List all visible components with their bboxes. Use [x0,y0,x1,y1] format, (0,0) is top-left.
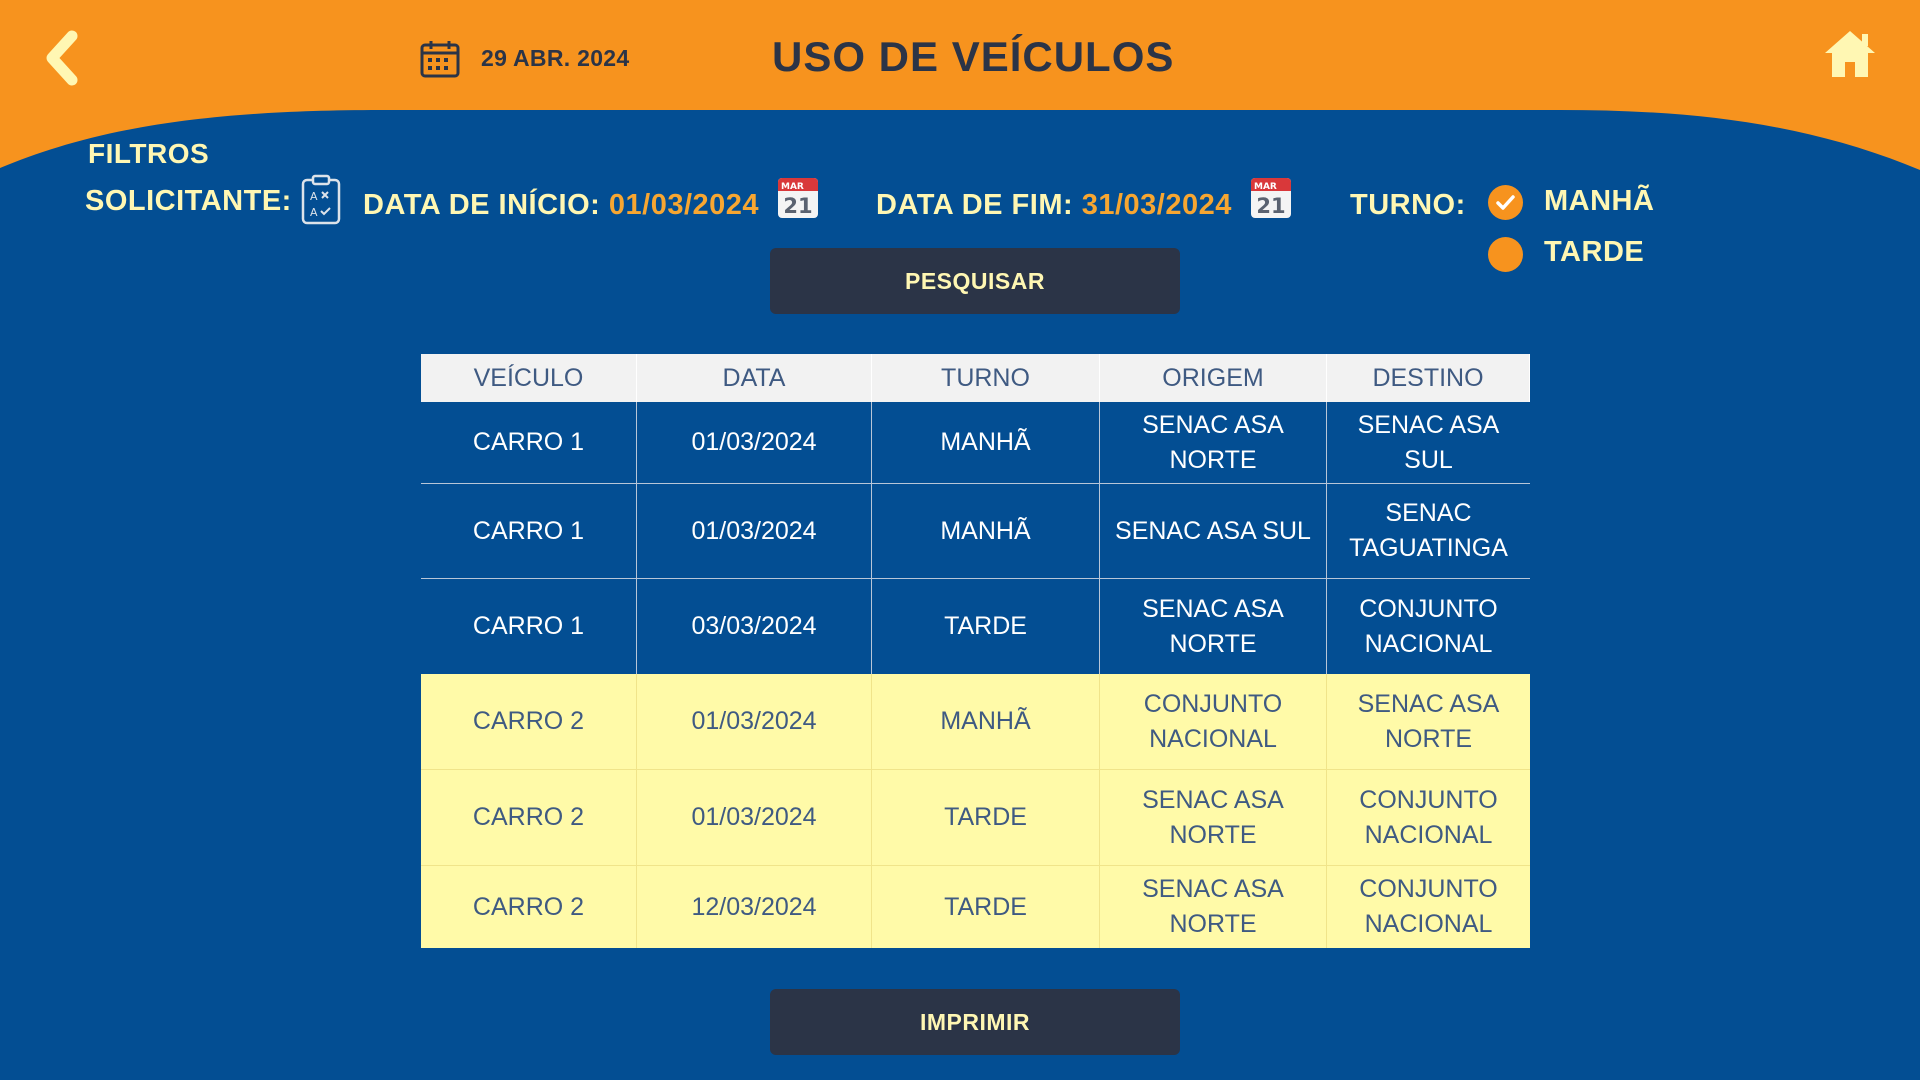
cell-date: 01/03/2024 [637,402,872,483]
cell-origin: SENAC ASA SUL [1100,484,1327,578]
end-date-value[interactable]: 31/03/2024 [1082,189,1232,221]
table-header-row: VEÍCULO DATA TURNO ORIGEM DESTINO [421,354,1530,402]
chevron-left-icon [46,30,78,86]
cell-vehicle: CARRO 2 [421,770,637,865]
end-date-filter: DATA DE FIM: 31/03/2024 [876,189,1232,222]
solicitante-label: SOLICITANTE: [85,185,292,217]
column-header-date: DATA [637,354,872,402]
cell-shift: MANHÃ [872,674,1100,769]
svg-text:A: A [310,190,318,203]
back-button[interactable] [42,28,86,88]
svg-text:21: 21 [783,194,812,218]
cell-origin: SENAC ASA NORTE [1100,579,1327,674]
start-date-filter: DATA DE INÍCIO: 01/03/2024 [363,189,759,222]
cell-shift: TARDE [872,579,1100,674]
cell-destination: SENAC ASA SUL [1357,410,1500,474]
cell-date: 03/03/2024 [637,579,872,674]
end-date-label: DATA DE FIM: [876,189,1074,221]
search-button[interactable]: PESQUISAR [770,248,1180,314]
header-background [0,0,1920,170]
svg-text:MAR: MAR [781,182,804,192]
start-date-label: DATA DE INÍCIO: [363,189,601,221]
cell-destination: SENAC TAGUATINGA [1349,499,1508,562]
clipboard-icon[interactable]: A A [300,174,342,226]
column-header-destination: DESTINO [1327,354,1530,402]
cell-shift: TARDE [872,866,1100,948]
start-date-calendar-icon[interactable]: MAR 21 [777,177,819,219]
page: 29 ABR. 2024 USO DE VEÍCULOS FILTROS SOL… [0,0,1920,1080]
cell-vehicle: CARRO 2 [421,866,637,948]
start-date-value[interactable]: 01/03/2024 [609,189,759,221]
table-row[interactable]: CARRO 2 12/03/2024 TARDE SENAC ASA NORTE… [421,866,1530,948]
cell-origin: SENAC ASA NORTE [1100,866,1327,948]
cell-date: 01/03/2024 [637,770,872,865]
header-date: 29 ABR. 2024 [481,45,630,71]
print-button[interactable]: IMPRIMIR [770,989,1180,1055]
end-date-calendar-icon[interactable]: MAR 21 [1250,177,1292,219]
column-header-vehicle: VEÍCULO [421,354,637,402]
cell-vehicle: CARRO 1 [421,402,637,483]
check-icon [1496,195,1515,210]
home-button[interactable] [1822,28,1878,80]
cell-destination: CONJUNTO NACIONAL [1359,875,1498,938]
cell-vehicle: CARRO 1 [421,579,637,674]
turno-tarde-radio[interactable] [1488,237,1523,272]
table-row[interactable]: CARRO 2 01/03/2024 TARDE SENAC ASA NORTE… [421,770,1530,866]
table-row[interactable]: CARRO 1 01/03/2024 MANHÃ SENAC ASA SUL S… [421,484,1530,579]
cell-destination: CONJUNTO NACIONAL [1359,594,1498,658]
svg-text:21: 21 [1256,194,1285,218]
cell-shift: MANHÃ [872,484,1100,578]
svg-text:MAR: MAR [1254,182,1277,192]
table-row[interactable]: CARRO 2 01/03/2024 MANHÃ CONJUNTO NACION… [421,674,1530,770]
table-row[interactable]: CARRO 1 03/03/2024 TARDE SENAC ASA NORTE… [421,579,1530,674]
column-header-origin: ORIGEM [1100,354,1327,402]
turno-label: TURNO: [1350,189,1466,221]
calendar-icon [420,41,460,78]
cell-destination: SENAC ASA NORTE [1357,689,1500,753]
column-header-shift: TURNO [872,354,1100,402]
cell-shift: TARDE [872,770,1100,865]
svg-text:A: A [310,206,318,219]
cell-vehicle: CARRO 2 [421,674,637,769]
turno-manha-label[interactable]: MANHÃ [1544,185,1654,218]
cell-date: 01/03/2024 [637,674,872,769]
cell-date: 01/03/2024 [637,484,872,578]
turno-manha-radio[interactable] [1488,185,1523,220]
cell-destination: CONJUNTO NACIONAL [1359,785,1498,849]
cell-date: 12/03/2024 [637,866,872,948]
filters-title: FILTROS [88,138,210,169]
turno-tarde-label[interactable]: TARDE [1544,236,1644,269]
page-title: USO DE VEÍCULOS [772,33,1175,80]
cell-vehicle: CARRO 1 [421,484,637,578]
cell-shift: MANHÃ [872,402,1100,483]
table-row[interactable]: CARRO 1 01/03/2024 MANHÃ SENAC ASA NORTE… [421,402,1530,484]
home-icon [1825,31,1875,77]
cell-origin: SENAC ASA NORTE [1100,770,1327,865]
cell-origin: SENAC ASA NORTE [1100,402,1327,483]
vehicle-usage-table: VEÍCULO DATA TURNO ORIGEM DESTINO CARRO … [421,354,1530,948]
cell-origin: CONJUNTO NACIONAL [1100,674,1327,769]
